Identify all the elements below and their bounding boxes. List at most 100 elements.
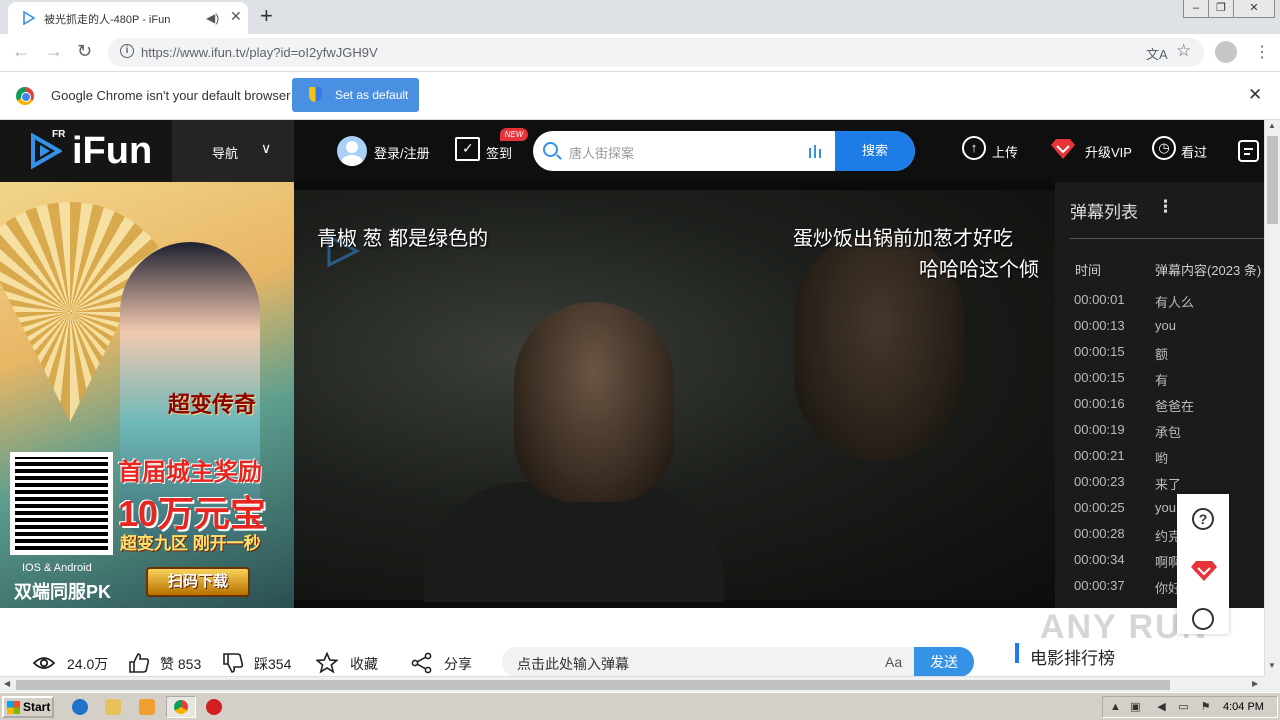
- danmaku-row[interactable]: 00:00:37 你好: [1055, 578, 1264, 604]
- danmaku-time: 00:00:28: [1074, 526, 1125, 541]
- windows-taskbar: Start ▲ ▣ ◀ ▭ ⚑ 4:04 PM: [0, 692, 1280, 720]
- ad-qr-code: [10, 452, 113, 555]
- help-question-icon[interactable]: ?: [1192, 508, 1214, 530]
- video-figure-face: [514, 302, 674, 502]
- danmaku-row[interactable]: 00:00:34 啊啊: [1055, 552, 1264, 578]
- profile-avatar-icon[interactable]: [1215, 41, 1237, 63]
- chrome-menu-icon[interactable]: ⋮: [1254, 42, 1270, 62]
- clock-icon: ◷: [1152, 136, 1176, 160]
- horizontal-scroll-thumb[interactable]: [16, 680, 1170, 690]
- ad-promo-line-3: 超变九区 刚开一秒: [120, 534, 261, 553]
- vip-diamond-icon[interactable]: [1190, 560, 1218, 582]
- minimize-window-button[interactable]: ‒: [1183, 0, 1209, 18]
- share-button[interactable]: 分享: [411, 652, 481, 674]
- tab-title: 被光抓走的人-480P - iFun: [44, 14, 171, 26]
- back-arrow-icon[interactable]: ←: [12, 41, 30, 62]
- danmaku-row[interactable]: 00:00:19 承包: [1055, 422, 1264, 448]
- chrome-icon: [174, 700, 188, 714]
- close-window-button[interactable]: ✕: [1233, 0, 1275, 18]
- vip-upgrade-link[interactable]: 升级VIP: [1050, 136, 1140, 166]
- more-options-icon[interactable]: ⋮: [1157, 197, 1174, 217]
- forward-arrow-icon[interactable]: →: [45, 41, 63, 62]
- danmaku-row[interactable]: 00:00:01 有人么: [1055, 292, 1264, 318]
- close-tab-icon[interactable]: ✕: [230, 8, 242, 25]
- dislike-button[interactable]: 踩354: [222, 652, 302, 674]
- reload-icon[interactable]: ↻: [77, 41, 92, 62]
- start-button[interactable]: Start: [2, 696, 54, 718]
- video-player[interactable]: 青椒 葱 都是绿色的 蛋炒饭出锅前加葱才好吃 哈哈哈这个倾: [294, 182, 1055, 608]
- danmaku-row[interactable]: 00:00:21 哟: [1055, 448, 1264, 474]
- game-ad-banner[interactable]: 超变传奇 首届城主奖励 10万元宝 超变九区 刚开一秒 IOS & Androi…: [0, 182, 294, 608]
- history-link[interactable]: ◷ 看过: [1152, 136, 1222, 166]
- danmu-input[interactable]: 点击此处输入弹幕: [517, 654, 629, 674]
- translate-icon[interactable]: 文A: [1146, 44, 1168, 63]
- uac-shield-icon: [309, 87, 322, 102]
- horizontal-scrollbar[interactable]: ◀ ▶: [0, 676, 1264, 692]
- voice-bars-icon[interactable]: [807, 143, 823, 159]
- start-label: Start: [23, 700, 51, 714]
- favorite-button[interactable]: 收藏: [316, 652, 386, 674]
- like-button[interactable]: 赞 853: [128, 652, 208, 674]
- url-text[interactable]: https://www.ifun.tv/play?id=oI2yfwJGH9V: [141, 45, 378, 60]
- site-logo[interactable]: FR iFun: [0, 120, 172, 182]
- danmaku-content: 承包: [1155, 425, 1182, 440]
- danmaku-row[interactable]: 00:00:23 来了: [1055, 474, 1264, 500]
- nav-label: 导航: [212, 146, 239, 161]
- tray-expand-icon[interactable]: ▲: [1109, 701, 1122, 714]
- upload-link[interactable]: ↑ 上传: [962, 136, 1032, 166]
- security-app-icon[interactable]: [206, 699, 222, 715]
- nav-dropdown[interactable]: 导航 ∨: [172, 120, 294, 182]
- danmaku-row[interactable]: 00:00:28 约克: [1055, 526, 1264, 552]
- internet-explorer-icon[interactable]: [72, 699, 88, 715]
- danmaku-row[interactable]: 00:00:25 you: [1055, 500, 1264, 526]
- gamepad-icon[interactable]: [1192, 608, 1214, 630]
- scroll-down-arrow-icon[interactable]: ▼: [1268, 661, 1276, 670]
- chevron-down-icon: ∨: [261, 140, 272, 156]
- movie-ranking-title: 电影排行榜: [1030, 649, 1115, 668]
- danmaku-row[interactable]: 00:00:16 爸爸在: [1055, 396, 1264, 422]
- danmaku-content: 有人么: [1155, 295, 1195, 310]
- site-info-icon[interactable]: i: [120, 44, 134, 58]
- ad-download-button[interactable]: 扫码下载: [146, 567, 250, 597]
- danmu-input-box: 点击此处输入弹幕 Aa 发送: [502, 647, 974, 677]
- danmaku-content: 来了: [1155, 477, 1182, 492]
- chrome-taskbar-button[interactable]: [166, 696, 196, 718]
- search-icon: [543, 142, 558, 157]
- media-player-icon[interactable]: [139, 699, 155, 715]
- set-default-button[interactable]: Set as default: [292, 78, 419, 112]
- search-button[interactable]: 搜索: [835, 131, 915, 171]
- views-label: 24.0万: [67, 656, 109, 672]
- file-explorer-icon[interactable]: [105, 699, 121, 715]
- vertical-scrollbar[interactable]: ▲ ▼: [1264, 120, 1280, 676]
- new-tab-plus-icon[interactable]: +: [260, 3, 273, 29]
- close-infobar-icon[interactable]: ✕: [1248, 85, 1262, 105]
- address-bar[interactable]: i https://www.ifun.tv/play?id=oI2yfwJGH9…: [108, 38, 1204, 67]
- danmaku-row[interactable]: 00:00:15 有: [1055, 370, 1264, 396]
- browser-tab[interactable]: 被光抓走的人-480P - iFun ◀) ✕: [8, 2, 248, 34]
- search-input[interactable]: 唐人街探案: [569, 143, 634, 162]
- speaker-icon[interactable]: ◀): [206, 11, 219, 25]
- danmaku-time: 00:00:15: [1074, 370, 1125, 385]
- danmaku-row[interactable]: 00:00:15 额: [1055, 344, 1264, 370]
- ifun-favicon-icon: [23, 11, 36, 25]
- network-icon[interactable]: ▣: [1129, 701, 1142, 714]
- danmaku-time: 00:00:01: [1074, 292, 1125, 307]
- thumbs-down-icon: [223, 653, 244, 673]
- upload-arrow-icon: ↑: [962, 136, 986, 160]
- flag-icon[interactable]: ⚑: [1199, 701, 1212, 714]
- scroll-right-arrow-icon[interactable]: ▶: [1252, 679, 1258, 688]
- display-icon[interactable]: ▭: [1177, 701, 1190, 714]
- scroll-left-arrow-icon[interactable]: ◀: [4, 679, 10, 688]
- volume-icon[interactable]: ◀: [1155, 701, 1168, 714]
- search-box: 唐人街探案 搜索: [533, 131, 915, 171]
- restore-window-button[interactable]: ❐: [1208, 0, 1234, 18]
- scroll-up-arrow-icon[interactable]: ▲: [1268, 121, 1276, 130]
- vertical-scroll-thumb[interactable]: [1267, 136, 1278, 224]
- danmaku-row[interactable]: 00:00:13 you: [1055, 318, 1264, 344]
- font-style-toggle[interactable]: Aa: [885, 654, 902, 670]
- bookmark-star-icon[interactable]: ☆: [1176, 41, 1191, 61]
- message-icon[interactable]: [1237, 137, 1261, 163]
- send-danmu-button[interactable]: 发送: [914, 647, 974, 677]
- calendar-check-icon: [455, 137, 480, 161]
- divider: [1070, 238, 1264, 239]
